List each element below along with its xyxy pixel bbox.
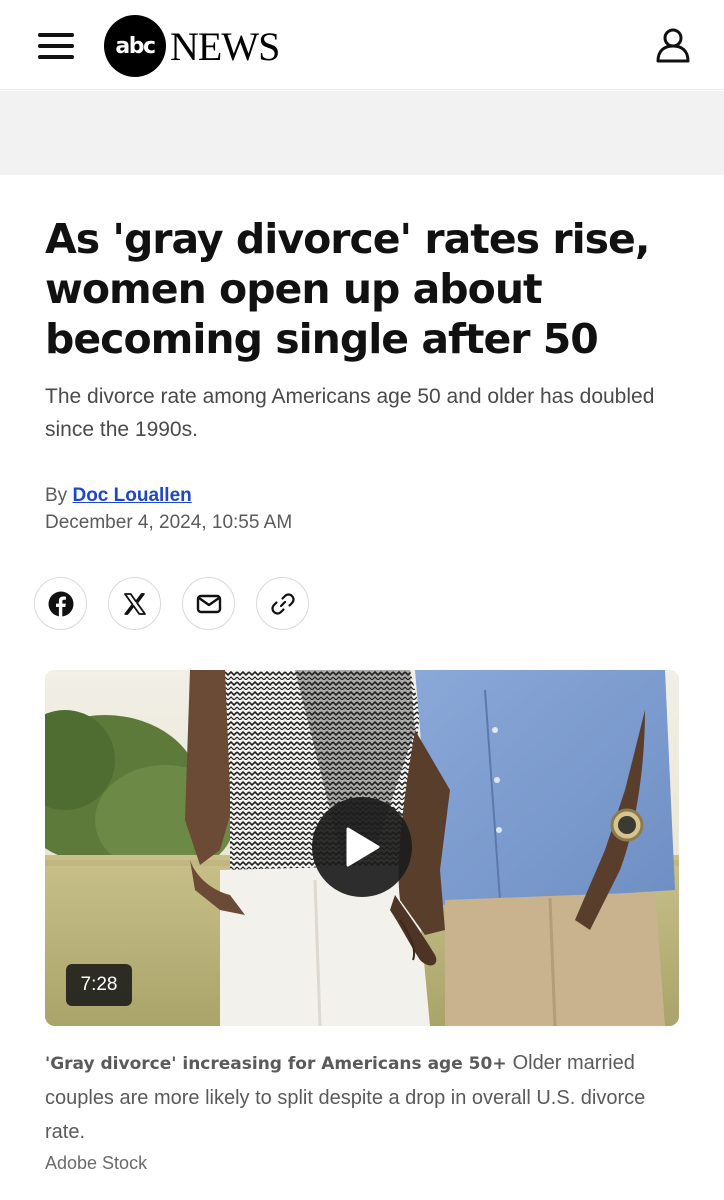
ad-placeholder-band	[0, 91, 724, 175]
byline: By Doc Louallen	[45, 485, 192, 507]
video-caption: 'Gray divorce' increasing for Americans …	[45, 1046, 685, 1149]
menu-line	[38, 55, 74, 59]
logo-abc-text: abc	[115, 33, 156, 59]
hamburger-menu-icon[interactable]	[38, 31, 76, 61]
play-button[interactable]	[312, 797, 412, 897]
facebook-icon	[48, 591, 73, 617]
publish-date: December 4, 2024, 10:55 AM	[45, 512, 293, 533]
abc-news-logo[interactable]: abc NEWS	[104, 15, 280, 77]
caption-title: 'Gray divorce' increasing for Americans …	[45, 1054, 507, 1074]
share-facebook-button[interactable]	[34, 577, 87, 630]
article-subheadline: The divorce rate among Americans age 50 …	[45, 385, 655, 441]
video-duration-badge: 7:28	[66, 964, 132, 1006]
share-x-button[interactable]	[108, 577, 161, 630]
menu-line	[38, 33, 74, 37]
x-icon	[123, 592, 146, 615]
copy-link-button[interactable]	[256, 577, 309, 630]
byline-prefix: By	[45, 485, 68, 506]
share-email-button[interactable]	[182, 577, 235, 630]
image-credit: Adobe Stock	[45, 1153, 148, 1173]
play-icon	[346, 827, 380, 867]
article-headline: As 'gray divorce' rates rise, women open…	[45, 215, 650, 363]
top-nav-bar: abc NEWS	[0, 0, 724, 90]
video-player[interactable]: 7:28	[45, 670, 679, 1026]
author-link[interactable]: Doc Louallen	[72, 485, 191, 506]
abc-logo-circle: abc	[104, 15, 166, 77]
user-profile-icon[interactable]	[654, 26, 692, 64]
link-icon	[270, 592, 295, 615]
mail-icon	[196, 594, 221, 613]
logo-news-text: NEWS	[170, 23, 280, 69]
menu-line	[38, 44, 74, 48]
